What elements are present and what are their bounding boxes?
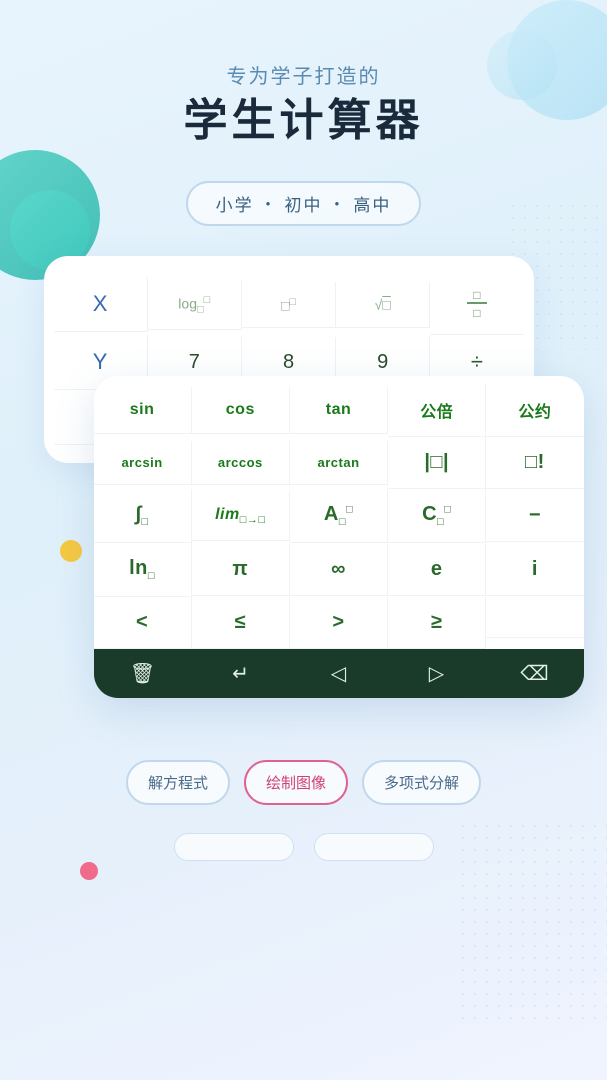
toolbar-right[interactable]: ▷ (388, 661, 486, 686)
btn-lt[interactable]: < (94, 597, 192, 649)
btn-lcm[interactable]: 公倍 (388, 384, 486, 437)
btn-e[interactable]: e (388, 544, 486, 596)
btn-arctan[interactable]: arctan (290, 441, 388, 485)
toolbar-enter[interactable]: ↵ (192, 661, 290, 686)
calculator-front-card: sin cos tan 公倍 公约 arcsin arccos arctan |… (94, 376, 584, 698)
title-text: 学生计算器 (184, 96, 424, 145)
trig-row-2: arcsin arccos arctan |□| □! (94, 437, 584, 489)
level-high: 高中 (353, 191, 391, 216)
btn-arcsin[interactable]: arcsin (94, 441, 192, 485)
toolbar: 🗑 ↵ ◁ ▷ ⌫ (94, 649, 584, 698)
btn-inf[interactable]: ∞ (290, 544, 388, 596)
dot1: ● (266, 199, 273, 208)
trig-row-5: < ≤ > ≥ (94, 597, 584, 649)
subtitle: 专为学子打造的 (0, 60, 607, 89)
pill-1 (174, 833, 294, 861)
cell-box-sup[interactable]: □□ (242, 282, 336, 329)
trig-row-4: ln□ π ∞ e i (94, 543, 584, 597)
back-row-1: X log□□ □□ √□ □ □ (54, 274, 524, 335)
cell-log[interactable]: log□□ (148, 280, 242, 330)
btn-sin[interactable]: sin (94, 387, 192, 434)
btn-perm[interactable]: A□□ (290, 489, 388, 543)
btn-lim[interactable]: lim□→□ (192, 492, 290, 541)
bg-pink-dot (80, 862, 98, 880)
btn-tan[interactable]: tan (290, 387, 388, 434)
feature-factor[interactable]: 多项式分解 (362, 760, 481, 805)
btn-integral[interactable]: ∫□ (94, 489, 192, 543)
features-section: 解方程式 绘制图像 多项式分解 (0, 760, 607, 805)
btn-abs[interactable]: |□| (388, 437, 486, 489)
cell-frac[interactable]: □ □ (430, 274, 523, 335)
cell-sqrt[interactable]: √□ (336, 282, 430, 328)
btn-pi[interactable]: π (192, 544, 290, 596)
calculator-area: X log□□ □□ √□ □ □ Y 7 8 9 ÷ Z 4 5 6 × (34, 256, 574, 736)
trig-row-3: ∫□ lim□→□ A□□ C□□ − (94, 489, 584, 543)
feature-graph[interactable]: 绘制图像 (244, 760, 348, 805)
btn-ln[interactable]: ln□ (94, 543, 192, 597)
btn-ge[interactable]: ≥ (388, 597, 486, 649)
level-middle: 初中 (285, 191, 323, 216)
trig-row-1: sin cos tan 公倍 公约 (94, 384, 584, 437)
bottom-pills (0, 833, 607, 861)
toolbar-trash[interactable]: 🗑 (94, 661, 192, 686)
btn-empty (486, 609, 583, 638)
feature-equation[interactable]: 解方程式 (126, 760, 230, 805)
btn-comb[interactable]: C□□ (388, 489, 486, 543)
btn-i[interactable]: i (486, 544, 583, 596)
dot2: ● (335, 199, 342, 208)
btn-gt[interactable]: > (290, 597, 388, 649)
btn-cos[interactable]: cos (192, 387, 290, 434)
toolbar-backspace[interactable]: ⌫ (486, 661, 584, 686)
level-primary: 小学 (216, 191, 254, 216)
pill-2 (314, 833, 434, 861)
btn-gcd[interactable]: 公约 (486, 384, 583, 437)
main-title: 学生计算器 (0, 97, 607, 145)
btn-le[interactable]: ≤ (192, 597, 290, 649)
level-badge: 小学 ● 初中 ● 高中 (186, 181, 422, 226)
btn-minus[interactable]: − (486, 490, 583, 542)
btn-arccos[interactable]: arccos (192, 441, 290, 485)
toolbar-left[interactable]: ◁ (290, 661, 388, 686)
btn-factorial[interactable]: □! (486, 437, 583, 489)
cell-x[interactable]: X (54, 277, 148, 332)
header-section: 专为学子打造的 学生计算器 小学 ● 初中 ● 高中 (0, 0, 607, 226)
